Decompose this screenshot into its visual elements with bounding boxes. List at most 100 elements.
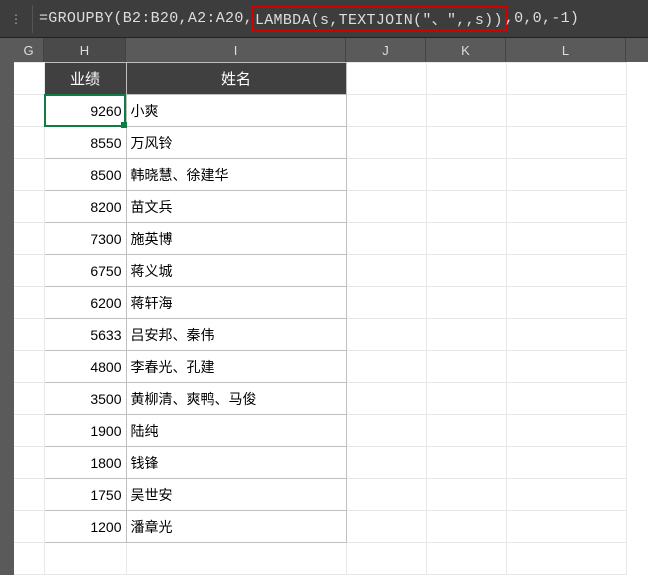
cell[interactable] [506,287,626,319]
col-header-L[interactable]: L [506,38,626,62]
cell[interactable] [346,255,426,287]
cell[interactable] [426,255,506,287]
cell[interactable] [346,63,426,95]
cell[interactable] [346,383,426,415]
cell[interactable] [426,287,506,319]
cell-name[interactable]: 小爽 [126,95,346,127]
cell-name[interactable]: 陆纯 [126,415,346,447]
cell[interactable] [506,159,626,191]
cell-value[interactable]: 8550 [44,127,126,159]
cell[interactable] [14,479,44,511]
cell[interactable] [506,383,626,415]
cell[interactable] [346,319,426,351]
cell[interactable] [506,255,626,287]
select-all-corner[interactable] [0,38,14,62]
cell[interactable] [14,95,44,127]
cell-name[interactable]: 潘章光 [126,511,346,543]
cell[interactable] [14,447,44,479]
cell-value[interactable]: 3500 [44,383,126,415]
col-header-I[interactable]: I [126,38,346,62]
cell[interactable] [506,447,626,479]
col-header-H[interactable]: H [44,38,126,62]
cell-name[interactable]: 吴世安 [126,479,346,511]
fx-button[interactable]: ⋮ [6,4,26,34]
cell-value[interactable]: 1750 [44,479,126,511]
cell[interactable] [426,415,506,447]
cell[interactable] [426,63,506,95]
cell[interactable] [126,543,346,575]
cell-name[interactable]: 钱锋 [126,447,346,479]
cell[interactable] [426,223,506,255]
cell[interactable] [14,159,44,191]
cell[interactable] [14,415,44,447]
cell-name[interactable]: 万风铃 [126,127,346,159]
cell-header-i[interactable]: 姓名 [126,63,346,95]
cell-value[interactable]: 5633 [44,319,126,351]
cell[interactable] [346,223,426,255]
cell[interactable] [14,351,44,383]
cell[interactable] [14,287,44,319]
cell[interactable] [14,63,44,95]
cell[interactable] [426,191,506,223]
cell[interactable] [346,191,426,223]
cell-name[interactable]: 苗文兵 [126,191,346,223]
cell[interactable] [506,223,626,255]
cell[interactable] [506,319,626,351]
cell[interactable] [426,479,506,511]
cell[interactable] [346,415,426,447]
cell[interactable] [426,383,506,415]
cell[interactable] [506,543,626,575]
cell[interactable] [346,479,426,511]
cell-value[interactable]: 7300 [44,223,126,255]
cell[interactable] [426,127,506,159]
cell[interactable] [506,127,626,159]
cell-value[interactable]: 1200 [44,511,126,543]
cell[interactable] [346,511,426,543]
cell-value[interactable]: 1900 [44,415,126,447]
cell[interactable] [426,511,506,543]
cell[interactable] [14,255,44,287]
cell-name[interactable]: 施英博 [126,223,346,255]
cell[interactable] [506,95,626,127]
cell[interactable] [426,319,506,351]
cell[interactable] [426,351,506,383]
cell[interactable] [426,159,506,191]
cell-value[interactable]: 9260 [44,95,126,127]
col-header-J[interactable]: J [346,38,426,62]
cell[interactable] [14,319,44,351]
cell[interactable] [506,63,626,95]
cell[interactable] [346,351,426,383]
cell[interactable] [346,287,426,319]
cell[interactable] [346,127,426,159]
cell[interactable] [14,543,44,575]
cell-name[interactable]: 吕安邦、秦伟 [126,319,346,351]
cell[interactable] [14,383,44,415]
cell[interactable] [506,511,626,543]
cell[interactable] [14,191,44,223]
cell[interactable] [506,351,626,383]
cell[interactable] [14,511,44,543]
cell-value[interactable]: 6200 [44,287,126,319]
formula-input[interactable]: =GROUPBY(B2:B20,A2:A20,LAMBDA(s,TEXTJOIN… [39,6,579,31]
cell[interactable] [346,447,426,479]
col-header-K[interactable]: K [426,38,506,62]
cell[interactable] [346,159,426,191]
cell[interactable] [346,543,426,575]
cell[interactable] [14,127,44,159]
cell[interactable] [506,191,626,223]
cell-value[interactable]: 8500 [44,159,126,191]
cell-value[interactable]: 6750 [44,255,126,287]
cell[interactable] [346,95,426,127]
cell-name[interactable]: 蒋义城 [126,255,346,287]
cell-name[interactable]: 黄柳清、爽鸭、马俊 [126,383,346,415]
spreadsheet-grid[interactable]: 业绩 姓名 9260小爽 8550万风铃 8500韩晓慧、徐建华 8200苗文兵… [14,62,627,575]
col-header-G[interactable]: G [14,38,44,62]
cell-name[interactable]: 蒋轩海 [126,287,346,319]
cell[interactable] [506,479,626,511]
cell-name[interactable]: 韩晓慧、徐建华 [126,159,346,191]
cell-value[interactable]: 8200 [44,191,126,223]
cell-value[interactable]: 4800 [44,351,126,383]
cell[interactable] [44,543,126,575]
cell[interactable] [426,447,506,479]
cell[interactable] [14,223,44,255]
